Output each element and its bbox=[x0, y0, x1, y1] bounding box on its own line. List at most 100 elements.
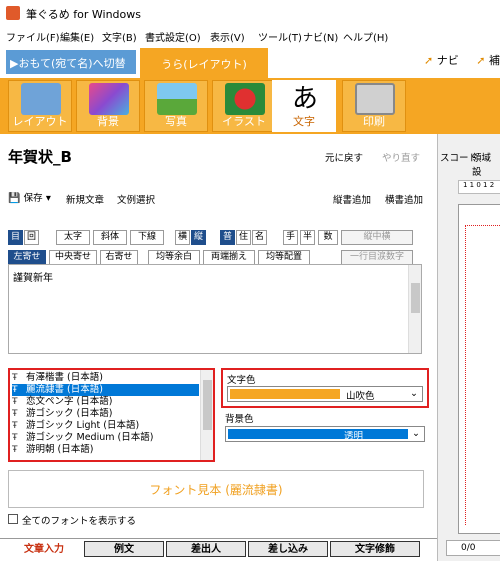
text-scroll-thumb[interactable] bbox=[411, 283, 420, 313]
menu-navi[interactable]: ナビ(N) bbox=[303, 29, 338, 44]
bg-color-select[interactable]: 透明 ⌄ bbox=[225, 426, 425, 442]
font-item[interactable]: Ŧ 游ゴシック (日本語) bbox=[12, 408, 199, 420]
font-item[interactable]: Ŧ 游ゴシック Medium (日本語) bbox=[12, 432, 199, 444]
font-preview: フォント見本 (麗流隷書) bbox=[8, 470, 424, 508]
tab-front-switch[interactable]: ▶おもて(宛て名)へ切替 bbox=[6, 50, 136, 74]
align-center-button[interactable]: 中央寄せ bbox=[49, 250, 97, 265]
font-color-label: 文字色 bbox=[227, 375, 256, 386]
truetype-icon: Ŧ bbox=[12, 421, 18, 431]
title-bar: 筆ぐるめ for Windows bbox=[0, 0, 500, 26]
text-scrollbar[interactable] bbox=[408, 265, 421, 353]
undo-button[interactable]: 元に戻す bbox=[325, 150, 363, 164]
sample-select-button[interactable]: 文例選択 bbox=[117, 192, 155, 206]
menu-file[interactable]: ファイル(F) bbox=[6, 29, 60, 44]
menu-edit[interactable]: 編集(E) bbox=[60, 29, 94, 44]
show-all-fonts-label: 全てのフォントを表示する bbox=[22, 516, 137, 527]
new-text-button[interactable]: 新規文章 bbox=[66, 192, 104, 206]
tab-text-decoration[interactable]: 文字修飾 bbox=[330, 541, 420, 557]
font-list[interactable]: Ŧ 有澤楷書 (日本語) Ŧ 麗流隷書 (日本語) Ŧ 恋文ペン字 (日本語) Ŧ 游ゴ… bbox=[8, 368, 215, 462]
format-meh[interactable]: 目 bbox=[8, 230, 23, 245]
show-all-fonts-checkbox[interactable] bbox=[8, 514, 18, 524]
truetype-icon: Ŧ bbox=[12, 397, 18, 407]
vertical-button[interactable]: 縦 bbox=[191, 230, 206, 245]
app-icon bbox=[6, 6, 20, 20]
font-scroll-thumb[interactable] bbox=[203, 380, 212, 430]
menu-view[interactable]: 表示(V) bbox=[210, 29, 245, 44]
font-color-value: 山吹色 bbox=[346, 391, 375, 402]
tab-back-layout[interactable]: うら(レイアウト) bbox=[140, 48, 268, 78]
menu-tools[interactable]: ツール(T) bbox=[258, 29, 302, 44]
text-input-area[interactable]: 謹賀新年 bbox=[8, 264, 422, 354]
redo-button[interactable]: やり直す bbox=[382, 150, 420, 164]
font-color-section: 文字色 山吹色 ⌄ bbox=[221, 368, 429, 408]
menu-help[interactable]: ヘルプ(H) bbox=[343, 29, 388, 44]
tab-sample-text[interactable]: 例文 bbox=[84, 541, 164, 557]
half-button[interactable]: 半 bbox=[300, 230, 315, 245]
tab-merge[interactable]: 差し込み bbox=[248, 541, 328, 557]
navi-button[interactable]: ➚ ナビ ➚ 補 bbox=[424, 52, 500, 68]
menu-format[interactable]: 書式設定(O) bbox=[145, 29, 201, 44]
font-list-scrollbar[interactable] bbox=[200, 370, 213, 460]
tab-sender[interactable]: 差出人 bbox=[166, 541, 246, 557]
bg-color-value: 透明 bbox=[344, 431, 364, 442]
background-icon bbox=[89, 83, 129, 115]
layout-icon bbox=[21, 83, 61, 115]
underline-button[interactable]: 下線 bbox=[130, 230, 164, 245]
text-brush-icon: あ bbox=[291, 84, 318, 114]
photo-icon bbox=[157, 83, 197, 115]
tab-text-input[interactable]: 文章入力 bbox=[6, 541, 82, 557]
navi-star-icon: ➚ bbox=[424, 54, 434, 67]
navi-label: ナビ bbox=[436, 54, 459, 67]
menu-bar: ファイル(F) 編集(E) 文字(B) 書式設定(O) 表示(V) ツール(T)… bbox=[0, 26, 500, 46]
hand-button[interactable]: 手 bbox=[283, 230, 298, 245]
bg-color-label: 背景色 bbox=[225, 414, 254, 425]
font-color-swatch bbox=[230, 389, 340, 399]
font-item-selected[interactable]: Ŧ 麗流隷書 (日本語) bbox=[12, 384, 199, 396]
bold-button[interactable]: 太字 bbox=[56, 230, 90, 245]
justify-button[interactable]: 両端揃え bbox=[203, 250, 255, 265]
ribbon-layout[interactable]: レイアウト bbox=[8, 80, 72, 132]
tatechuyoko-button[interactable]: 縦中横 bbox=[341, 230, 413, 245]
name-button[interactable]: 名 bbox=[252, 230, 267, 245]
ribbon-text[interactable]: あ 文字 bbox=[272, 80, 336, 132]
floppy-icon: 💾 bbox=[8, 193, 21, 204]
number-button[interactable]: 数 bbox=[318, 230, 338, 245]
ruler: 1 1 0 1 2 bbox=[458, 180, 500, 194]
save-button[interactable]: 💾 保存 ▾ bbox=[8, 190, 51, 204]
align-right-button[interactable]: 右寄せ bbox=[100, 250, 138, 265]
ribbon-print[interactable]: 印刷 bbox=[342, 80, 406, 132]
ribbon-illustration[interactable]: イラスト bbox=[212, 80, 276, 132]
side-tabs: ▶おもて(宛て名)へ切替 うら(レイアウト) ➚ ナビ ➚ 補 bbox=[0, 46, 500, 78]
ribbon: レイアウト 背景 写真 イラスト あ 文字 印刷 bbox=[0, 78, 500, 134]
italic-button[interactable]: 斜体 bbox=[93, 230, 127, 245]
align-left-button[interactable]: 左寄せ bbox=[8, 250, 46, 265]
area-label[interactable]: 領域設 bbox=[472, 150, 500, 178]
normal-button[interactable]: 普 bbox=[220, 230, 235, 245]
text-editor-panel: 年賀状_B 元に戻す やり直す 💾 保存 ▾ 新規文章 文例選択 縦書追加 横書… bbox=[0, 134, 437, 561]
distribute-button[interactable]: 均等配置 bbox=[258, 250, 310, 265]
chevron-down-icon: ▾ bbox=[45, 193, 51, 204]
first-line-kanji-button[interactable]: 一行目涙数字 bbox=[341, 250, 413, 265]
even-margin-button[interactable]: 均等余白 bbox=[148, 250, 200, 265]
font-color-select[interactable]: 山吹色 ⌄ bbox=[227, 386, 423, 402]
add-vertical-button[interactable]: 縦書追加 bbox=[333, 192, 371, 206]
chevron-down-icon: ⌄ bbox=[412, 428, 420, 439]
page-indicator: 0/0 bbox=[446, 540, 500, 556]
horizontal-button[interactable]: 横 bbox=[175, 230, 190, 245]
ribbon-background[interactable]: 背景 bbox=[76, 80, 140, 132]
font-item[interactable]: Ŧ 游明朝 (日本語) bbox=[12, 444, 199, 456]
add-horizontal-button[interactable]: 横書追加 bbox=[385, 192, 423, 206]
ribbon-photo[interactable]: 写真 bbox=[144, 80, 208, 132]
font-item[interactable]: Ŧ 恋文ペン字 (日本語) bbox=[12, 396, 199, 408]
menu-text[interactable]: 文字(B) bbox=[102, 29, 137, 44]
document-title: 年賀状_B bbox=[8, 148, 72, 166]
truetype-icon: Ŧ bbox=[12, 445, 18, 455]
address-button[interactable]: 住 bbox=[236, 230, 251, 245]
postcard-preview[interactable] bbox=[458, 204, 500, 534]
font-item[interactable]: Ŧ 有澤楷書 (日本語) bbox=[12, 372, 199, 384]
truetype-icon: Ŧ bbox=[12, 385, 18, 395]
text-content: 謹賀新年 bbox=[13, 273, 53, 284]
font-item[interactable]: Ŧ 游ゴシック Light (日本語) bbox=[12, 420, 199, 432]
format-kai[interactable]: 回 bbox=[24, 230, 39, 245]
navi-extra: 補 bbox=[488, 54, 500, 67]
